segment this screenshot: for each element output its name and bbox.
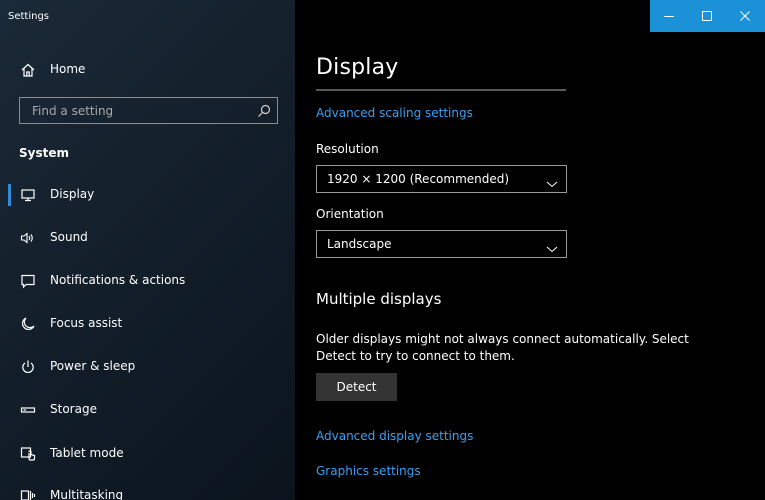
- storage-icon: [20, 402, 36, 418]
- search-box[interactable]: [19, 97, 278, 124]
- speaker-icon: [20, 230, 36, 246]
- search-input[interactable]: [20, 98, 257, 123]
- sidebar-item-label: Tablet mode: [50, 446, 124, 460]
- sidebar-item-focus-assist[interactable]: Focus assist: [0, 306, 295, 342]
- graphics-settings-link[interactable]: Graphics settings: [316, 464, 421, 478]
- notification-icon: [20, 273, 36, 289]
- orientation-value: Landscape: [327, 237, 392, 251]
- sidebar-item-label: Display: [50, 187, 95, 201]
- sidebar-item-power-sleep[interactable]: Power & sleep: [0, 349, 295, 385]
- search-icon[interactable]: [257, 103, 271, 117]
- sidebar-item-storage[interactable]: Storage: [0, 392, 295, 428]
- home-icon: [20, 62, 36, 78]
- sidebar-item-multitasking[interactable]: Multitasking: [0, 478, 295, 500]
- power-icon: [20, 359, 36, 375]
- chevron-down-icon: [546, 239, 558, 253]
- resolution-value: 1920 × 1200 (Recommended): [327, 172, 510, 186]
- detect-button[interactable]: Detect: [316, 373, 397, 401]
- sidebar-item-label: Power & sleep: [50, 359, 136, 373]
- tablet-mode-icon: [20, 446, 36, 462]
- sidebar-item-display[interactable]: Display: [0, 177, 295, 213]
- main-content: Display Advanced scaling settings Resolu…: [295, 0, 765, 500]
- settings-window: Settings Home System: [0, 0, 765, 500]
- orientation-dropdown[interactable]: Landscape: [316, 230, 567, 258]
- sidebar-item-tablet-mode[interactable]: Tablet mode: [0, 436, 295, 472]
- section-title-system: System: [19, 146, 69, 160]
- moon-icon: [20, 316, 36, 332]
- sidebar-item-label: Multitasking: [50, 488, 124, 500]
- sidebar-item-sound[interactable]: Sound: [0, 220, 295, 256]
- monitor-icon: [20, 187, 36, 203]
- advanced-display-settings-link[interactable]: Advanced display settings: [316, 429, 473, 443]
- page-title: Display: [316, 55, 399, 80]
- advanced-scaling-settings-link[interactable]: Advanced scaling settings: [316, 106, 473, 120]
- sidebar-item-label: Storage: [50, 402, 97, 416]
- multitasking-icon: [20, 488, 36, 500]
- resolution-label: Resolution: [316, 142, 379, 156]
- sidebar-item-label: Focus assist: [50, 316, 123, 330]
- sidebar-item-notifications[interactable]: Notifications & actions: [0, 263, 295, 299]
- home-label: Home: [50, 62, 86, 76]
- home-nav-item[interactable]: Home: [0, 55, 295, 85]
- sidebar-item-label: Sound: [50, 230, 88, 244]
- app-title: Settings: [8, 11, 50, 22]
- multiple-displays-description: Older displays might not always connect …: [316, 332, 689, 363]
- orientation-label: Orientation: [316, 207, 384, 221]
- multiple-displays-heading: Multiple displays: [316, 290, 442, 308]
- selected-indicator: [8, 184, 11, 206]
- sidebar-item-label: Notifications & actions: [50, 273, 186, 287]
- resolution-dropdown[interactable]: 1920 × 1200 (Recommended): [316, 165, 567, 193]
- chevron-down-icon: [546, 174, 558, 188]
- sidebar: Settings Home System: [0, 0, 295, 500]
- scrolled-content-edge: [316, 89, 566, 91]
